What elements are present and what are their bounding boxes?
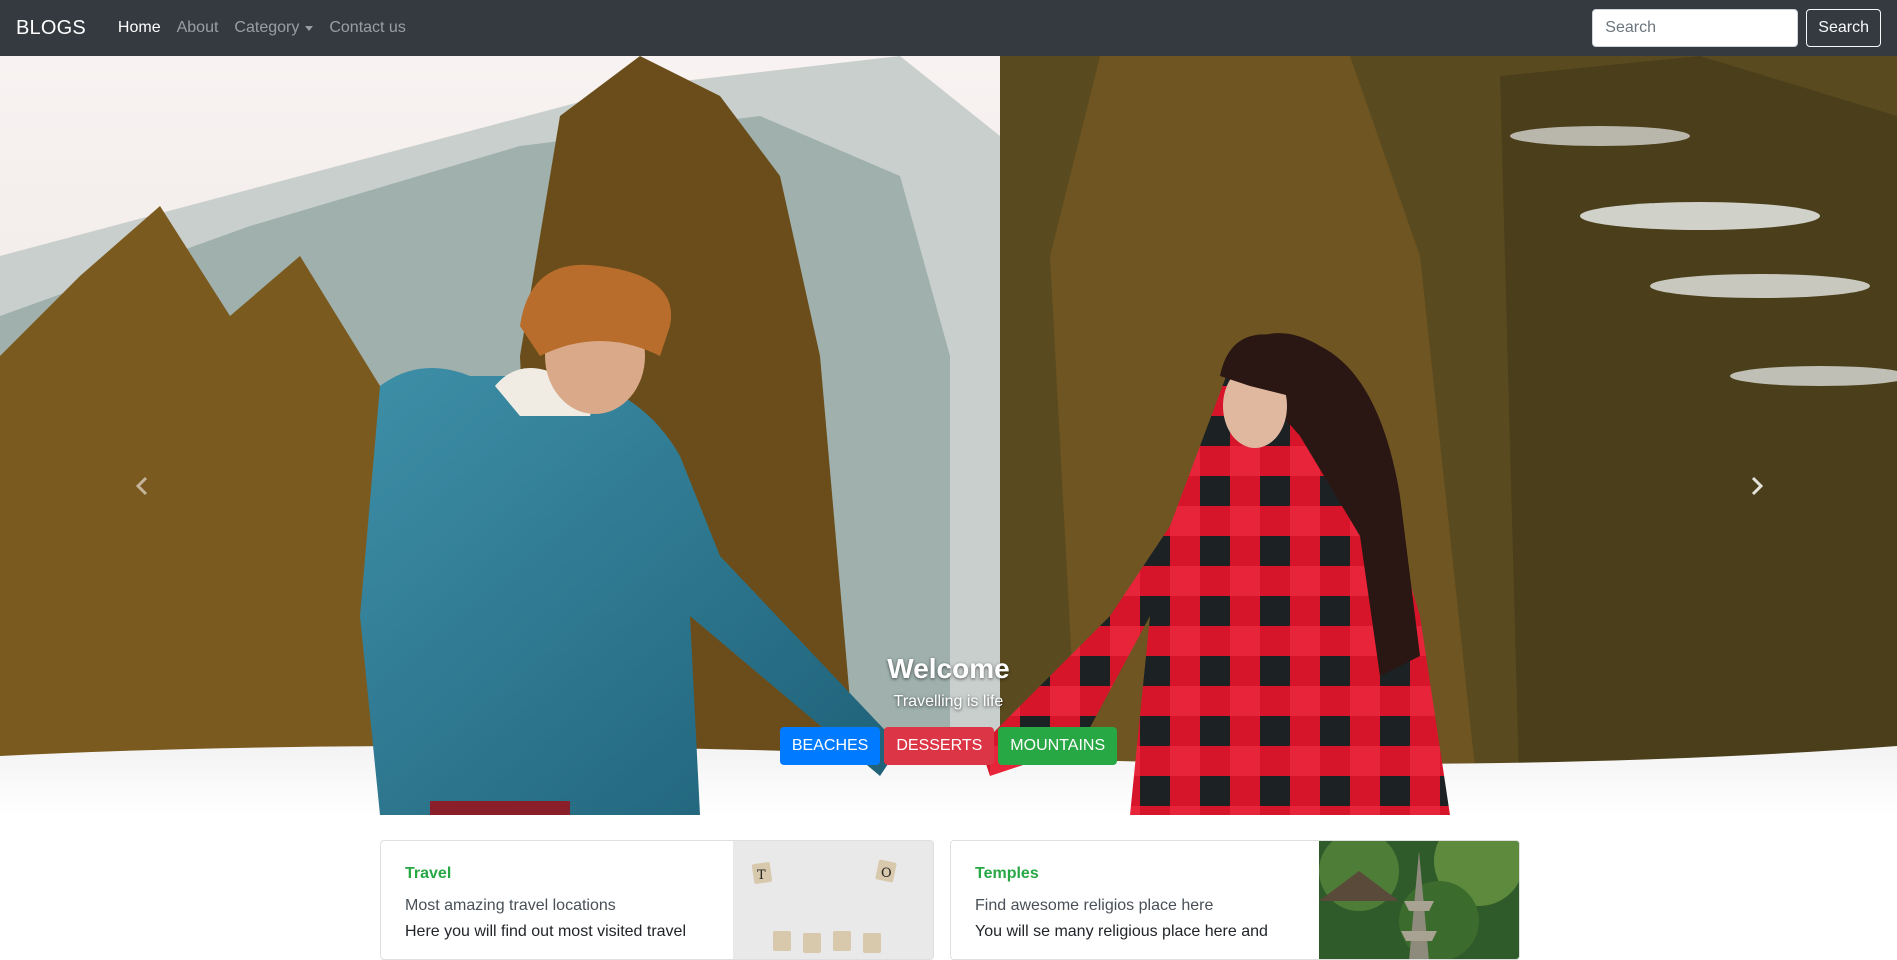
caption-title: Welcome (887, 653, 1010, 684)
hero-carousel: Welcome Travelling is life BEACHES DESSE… (0, 56, 1897, 815)
card-category: Temples (975, 865, 1039, 882)
desserts-button[interactable]: DESSERTS (884, 727, 995, 765)
chevron-right-icon (1751, 476, 1764, 496)
nav-links: Home About Category Contact us (110, 11, 414, 45)
caret-down-icon (305, 25, 314, 31)
nav-about-label: About (176, 19, 219, 36)
card-body: Temples Find awesome religios place here… (951, 841, 1319, 959)
chevron-left-icon (135, 476, 148, 496)
card-travel-image: T O (733, 841, 933, 959)
card-title: Most amazing travel locations (405, 897, 616, 914)
carousel-prev-button[interactable] (133, 476, 153, 496)
card-body: Travel Most amazing travel locations Her… (381, 841, 733, 959)
card-temples[interactable]: Temples Find awesome religios place here… (950, 840, 1520, 960)
nav-home[interactable]: Home (110, 11, 169, 45)
nav-category-label: Category (234, 19, 300, 36)
nav-contact[interactable]: Contact us (321, 11, 413, 45)
card-travel[interactable]: Travel Most amazing travel locations Her… (380, 840, 934, 960)
search-input[interactable] (1592, 9, 1799, 47)
beaches-button[interactable]: BEACHES (779, 727, 881, 765)
featured-cards: Travel Most amazing travel locations Her… (380, 840, 1520, 960)
nav-home-label: Home (117, 19, 161, 36)
nav-contact-label: Contact us (329, 19, 406, 36)
search-button[interactable]: Search (1806, 9, 1881, 47)
card-category: Travel (405, 865, 452, 882)
brand-logo[interactable]: BLOGS (16, 17, 86, 40)
card-title: Find awesome religios place here (975, 897, 1214, 914)
nav-about[interactable]: About (169, 11, 227, 45)
svg-text:T: T (757, 868, 766, 883)
carousel-caption: Welcome Travelling is life BEACHES DESSE… (0, 653, 1897, 765)
caption-buttons: BEACHES DESSERTS MOUNTAINS (0, 727, 1897, 765)
navbar: BLOGS Home About Category Contact us Sea… (0, 0, 1897, 56)
caption-subtitle: Travelling is life (893, 693, 1004, 710)
nav-category-dropdown[interactable]: Category (226, 11, 321, 45)
card-text: You will se many religious place here an… (975, 923, 1268, 940)
svg-text:O: O (881, 866, 892, 881)
search-form: Search (1592, 9, 1881, 47)
card-text: Here you will find out most visited trav… (405, 923, 686, 940)
card-temples-image (1319, 841, 1519, 959)
carousel-next-button[interactable] (1746, 476, 1766, 496)
mountains-button[interactable]: MOUNTAINS (998, 727, 1118, 765)
